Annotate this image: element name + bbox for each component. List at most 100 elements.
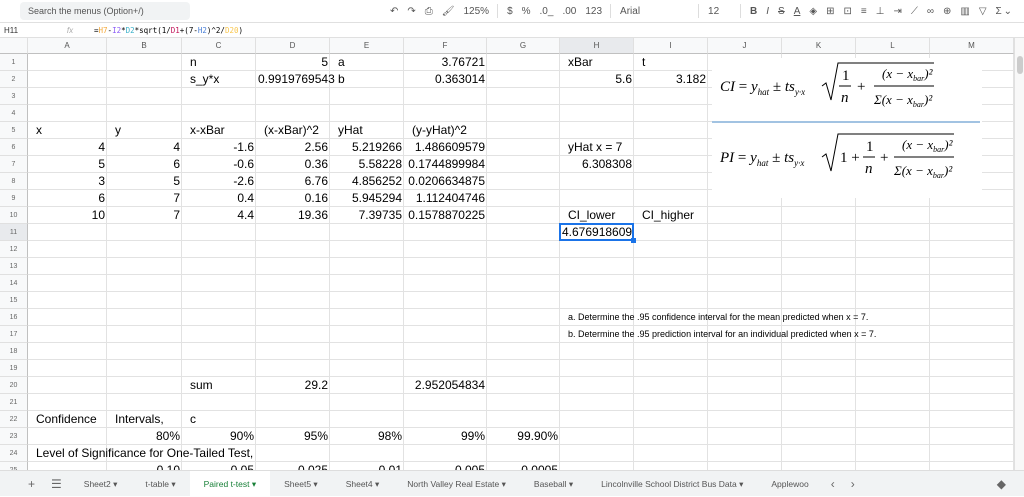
wrap-icon[interactable]: ⇥	[893, 6, 901, 17]
cell-E5[interactable]: yHat	[336, 122, 365, 139]
functions-button[interactable]: Σ	[996, 6, 1002, 17]
column-header-L[interactable]: L	[856, 38, 930, 54]
column-header-C[interactable]: C	[182, 38, 256, 54]
cell-C5[interactable]: x-xBar	[188, 122, 227, 139]
column-header-B[interactable]: B	[107, 38, 182, 54]
cell-E23[interactable]: 98%	[330, 428, 404, 445]
explore-icon[interactable]: ◆	[989, 477, 1014, 491]
cell-D6[interactable]: 2.56	[256, 139, 330, 156]
row-header-14[interactable]: 14	[0, 275, 28, 292]
sheet-tab[interactable]: Baseball ▾	[520, 471, 587, 497]
cell-D9[interactable]: 0.16	[256, 190, 330, 207]
cell-B8[interactable]: 5	[107, 173, 182, 190]
cell-D7[interactable]: 0.36	[256, 156, 330, 173]
column-header-M[interactable]: M	[930, 38, 1014, 54]
decrease-decimal-button[interactable]: .0_	[540, 6, 554, 17]
row-header-6[interactable]: 6	[0, 139, 28, 156]
strikethrough-button[interactable]: S	[778, 6, 785, 17]
cell-C7[interactable]: -0.6	[182, 156, 256, 173]
sheet-tab[interactable]: Sheet4 ▾	[332, 471, 394, 497]
cell-B25[interactable]: 0.10	[107, 462, 182, 470]
sheet-tab[interactable]: Sheet2 ▾	[70, 471, 132, 497]
merge-icon[interactable]: ⊡	[843, 6, 851, 17]
redo-icon[interactable]: ↷	[407, 6, 415, 17]
cell-F6[interactable]: 1.486609579	[404, 139, 487, 156]
filter-icon[interactable]: ▽	[979, 6, 987, 17]
align-icon[interactable]: ≡	[861, 6, 867, 17]
cell-C10[interactable]: 4.4	[182, 207, 256, 224]
cell-E9[interactable]: 5.945294	[330, 190, 404, 207]
currency-button[interactable]: $	[507, 6, 513, 17]
sheet-tab[interactable]: Paired t-test ▾	[189, 470, 271, 497]
row-header-12[interactable]: 12	[0, 241, 28, 258]
tab-dropdown-icon[interactable]: ▾	[111, 479, 117, 489]
cell-F2[interactable]: 0.363014	[404, 71, 487, 88]
cell-E7[interactable]: 5.58228	[330, 156, 404, 173]
cell-I10[interactable]: CI_higher	[640, 207, 696, 224]
fill-color-icon[interactable]: ◈	[809, 6, 817, 17]
cell-F8[interactable]: 0.0206634875	[404, 173, 487, 190]
cell-F9[interactable]: 1.112404746	[404, 190, 487, 207]
zoom-select[interactable]: 125%	[463, 6, 489, 17]
cell-B22[interactable]: Intervals,	[113, 411, 166, 428]
cell-B9[interactable]: 7	[107, 190, 182, 207]
font-select[interactable]: Arial	[620, 6, 690, 17]
cell-E25[interactable]: 0.01	[330, 462, 404, 470]
cell-F7[interactable]: 0.1744899984	[404, 156, 487, 173]
formula-input[interactable]: =H7-I2*D2*sqrt(1/D1+(7-H2)^2/D20)	[94, 26, 243, 35]
row-header-20[interactable]: 20	[0, 377, 28, 394]
sheet-tab[interactable]: Sheet5 ▾	[270, 471, 332, 497]
cell-B5[interactable]: y	[113, 122, 123, 139]
cell-H7[interactable]: 6.308308	[560, 156, 634, 173]
row-header-5[interactable]: 5	[0, 122, 28, 139]
italic-button[interactable]: I	[766, 6, 769, 17]
cell-D23[interactable]: 95%	[256, 428, 330, 445]
text-color-button[interactable]: A	[794, 6, 801, 17]
column-header-F[interactable]: F	[404, 38, 487, 54]
cell-D1[interactable]: 5	[256, 54, 330, 71]
row-header-16[interactable]: 16	[0, 309, 28, 326]
row-header-22[interactable]: 22	[0, 411, 28, 428]
cell-B10[interactable]: 7	[107, 207, 182, 224]
tab-dropdown-icon[interactable]: ▾	[737, 479, 743, 489]
scrollbar-thumb[interactable]	[1017, 56, 1023, 74]
cell-B6[interactable]: 4	[107, 139, 182, 156]
cell-H10[interactable]: CI_lower	[566, 207, 617, 224]
cell-C22[interactable]: c	[188, 411, 198, 428]
cell-I1[interactable]: t	[640, 54, 647, 71]
borders-icon[interactable]: ⊞	[826, 6, 834, 17]
all-sheets-icon[interactable]: ☰	[43, 477, 70, 491]
cell-C6[interactable]: -1.6	[182, 139, 256, 156]
row-header-2[interactable]: 2	[0, 71, 28, 88]
cell-D8[interactable]: 6.76	[256, 173, 330, 190]
cell-E1[interactable]: a	[336, 54, 347, 71]
cell-H2[interactable]: 5.6	[560, 71, 634, 88]
cell-H6[interactable]: yHat x = 7	[566, 139, 624, 156]
cell-E6[interactable]: 5.219266	[330, 139, 404, 156]
row-header-1[interactable]: 1	[0, 54, 28, 71]
cell-A10[interactable]: 10	[28, 207, 107, 224]
select-all-corner[interactable]	[0, 38, 28, 54]
tab-dropdown-icon[interactable]: ▾	[249, 479, 256, 489]
cell-D10[interactable]: 19.36	[256, 207, 330, 224]
row-header-13[interactable]: 13	[0, 258, 28, 275]
cell-F20[interactable]: 2.952054834	[404, 377, 487, 394]
scroll-tabs-left-icon[interactable]: ‹	[823, 477, 843, 491]
row-header-25[interactable]: 25	[0, 462, 28, 470]
cell-E8[interactable]: 4.856252	[330, 173, 404, 190]
cell-F25[interactable]: 0.005	[404, 462, 487, 470]
row-header-11[interactable]: 11	[0, 224, 28, 241]
cell-D2[interactable]: 0.9919769543	[256, 71, 335, 88]
column-header-K[interactable]: K	[782, 38, 856, 54]
chart-icon[interactable]: ▥	[960, 6, 969, 17]
name-box[interactable]: H11	[0, 26, 50, 35]
column-header-J[interactable]: J	[708, 38, 782, 54]
cell-A6[interactable]: 4	[28, 139, 107, 156]
link-icon[interactable]: ∞	[927, 6, 934, 17]
tab-dropdown-icon[interactable]: ▾	[373, 479, 379, 489]
bold-button[interactable]: B	[750, 6, 757, 17]
cell-A22[interactable]: Confidence	[34, 411, 99, 428]
row-header-4[interactable]: 4	[0, 105, 28, 122]
cell-F1[interactable]: 3.76721	[404, 54, 487, 71]
row-header-9[interactable]: 9	[0, 190, 28, 207]
